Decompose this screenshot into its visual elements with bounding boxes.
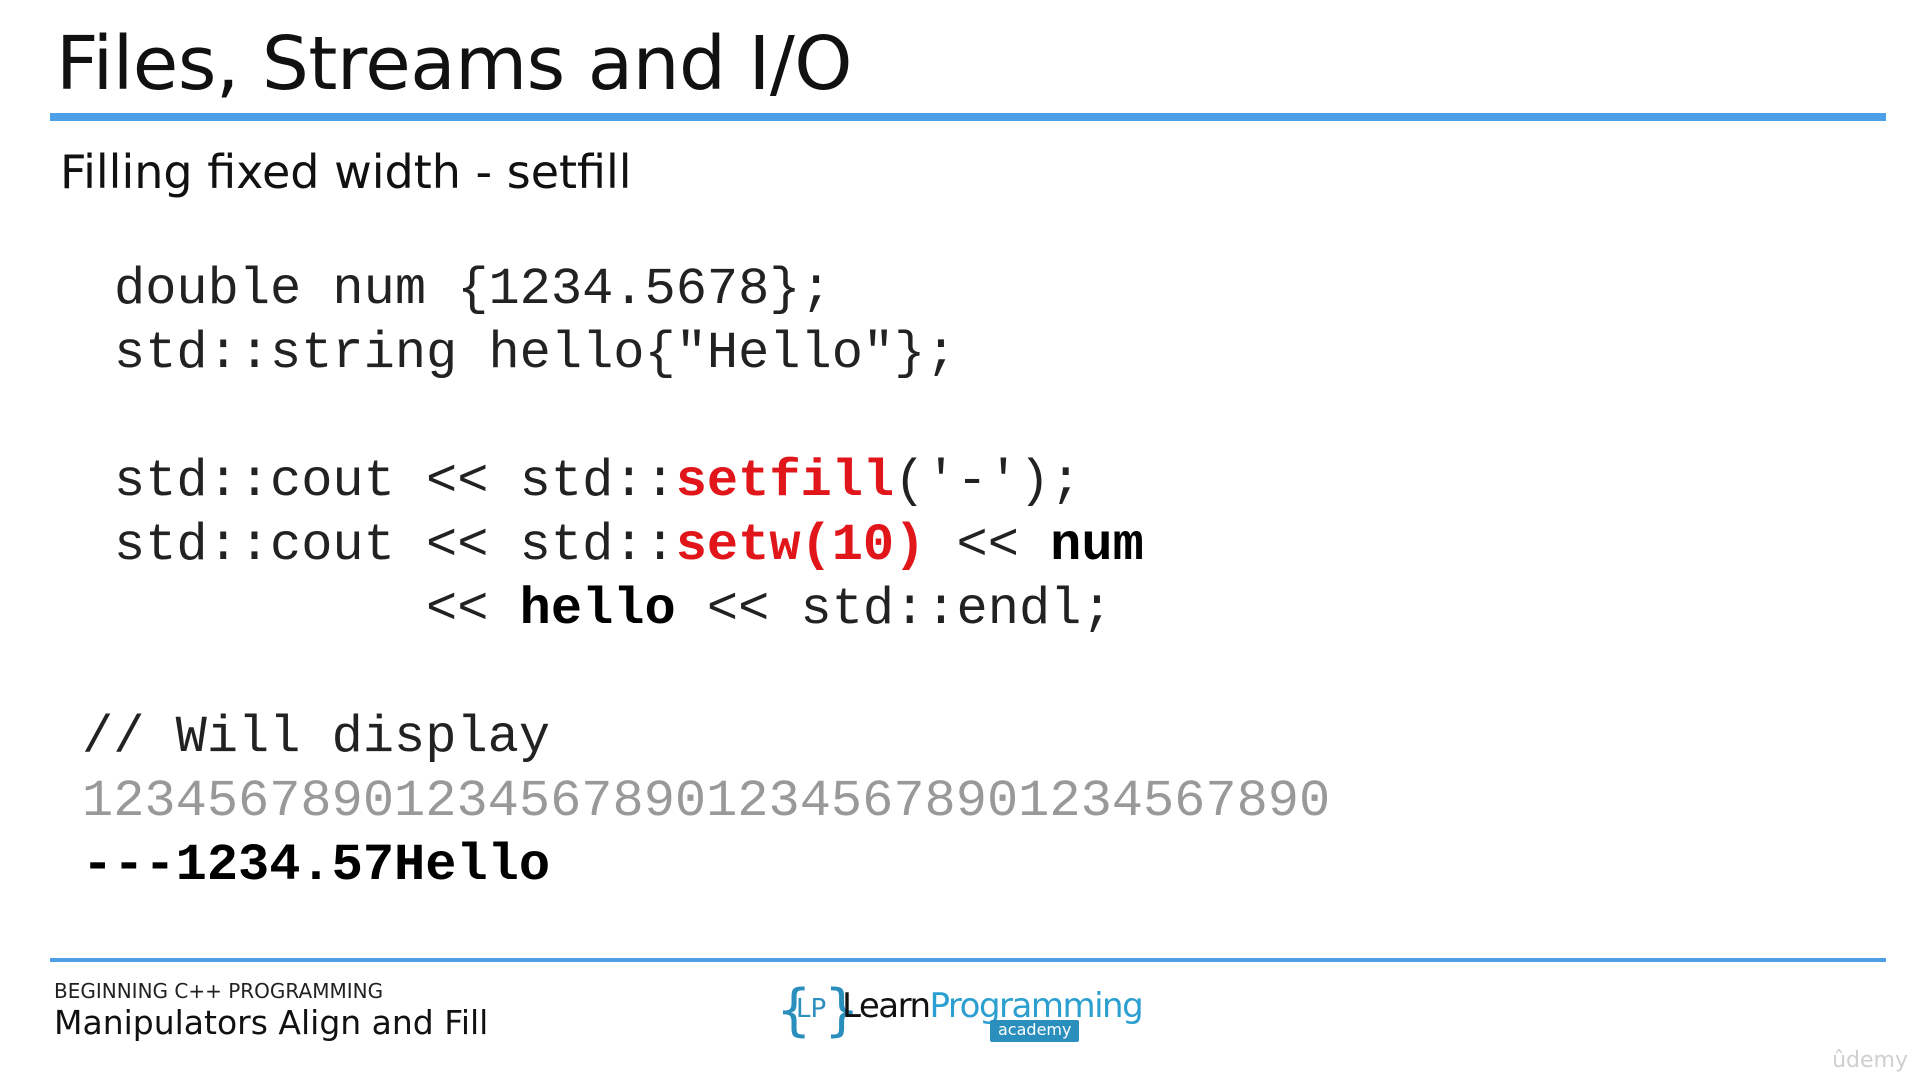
code-line-3-prefix: std::cout << std:: (114, 452, 676, 511)
output-ruler: 1234567890123456789012345678901234567890 (82, 772, 1331, 831)
code-line-1: double num {1234.5678}; (114, 260, 832, 319)
learnprogramming-logo: { LP } LearnProgramming academy (776, 980, 1144, 1046)
code-line-5-prefix: << (114, 580, 520, 639)
code-line-4-prefix: std::cout << std:: (114, 516, 676, 575)
logo-academy-badge: academy (990, 1020, 1080, 1042)
setw-keyword: setw(10) (675, 516, 926, 575)
num-variable: num (1050, 516, 1144, 575)
code-line-3: std::cout << std::setfill('-'); (114, 450, 1081, 514)
lecture-name: Manipulators Align and Fill (54, 1003, 489, 1042)
output-result: ---1234.57Hello (82, 836, 551, 895)
output-comment: // Will display (82, 708, 551, 767)
code-line-3-suffix: ('-'); (894, 452, 1082, 511)
code-line-5: << hello << std::endl; (114, 578, 1113, 642)
hello-variable: hello (519, 580, 676, 639)
logo-lp: LP (796, 994, 827, 1024)
code-line-5-suffix: << std::endl; (675, 580, 1113, 639)
slide-title: Files, Streams and I/O (56, 21, 853, 107)
title-divider (50, 113, 1886, 121)
code-line-4: std::cout << std::setw(10) << num (114, 514, 1144, 578)
code-line-2: std::string hello{"Hello"}; (114, 324, 957, 383)
code-line-4-mid: << (925, 516, 1051, 575)
logo-learn: Learn (842, 986, 931, 1026)
footer-divider (50, 958, 1886, 962)
udemy-watermark: ûdemy (1832, 1048, 1908, 1073)
course-name: BEGINNING C++ PROGRAMMING (54, 979, 384, 1003)
setfill-keyword: setfill (675, 452, 895, 511)
slide-subtitle: Filling fixed width - setfill (60, 145, 632, 199)
